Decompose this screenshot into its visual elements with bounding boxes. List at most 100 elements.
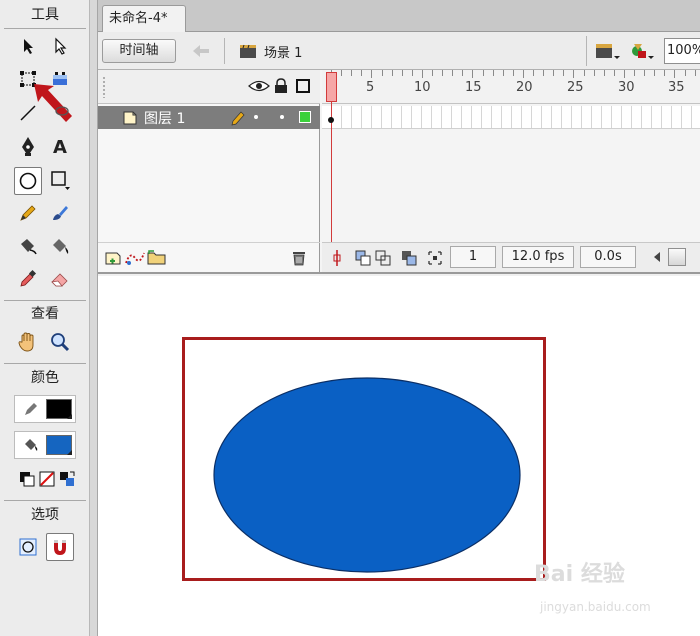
svg-text:A: A bbox=[53, 137, 67, 156]
modify-onion-markers-icon[interactable] bbox=[426, 249, 444, 267]
edit-scene-icon[interactable] bbox=[594, 40, 622, 62]
eyedropper-tool[interactable] bbox=[15, 266, 41, 292]
zoom-tool[interactable] bbox=[47, 329, 73, 355]
oval-tool[interactable] bbox=[14, 167, 42, 195]
horizontal-scroll-thumb[interactable] bbox=[668, 248, 686, 266]
layer-row[interactable]: 图层 1 bbox=[98, 106, 320, 129]
timeline-status-bar: 1 12.0 fps 0.0s bbox=[322, 242, 700, 272]
document-tab[interactable]: 未命名-4* bbox=[102, 5, 186, 32]
frame-number: 10 bbox=[414, 80, 431, 95]
panel-grip[interactable] bbox=[102, 76, 106, 98]
edit-symbol-icon[interactable] bbox=[628, 40, 656, 62]
timeline-toggle-button[interactable]: 时间轴 bbox=[102, 39, 176, 63]
pen-tool[interactable] bbox=[15, 133, 41, 159]
ruler-tick bbox=[593, 70, 595, 76]
ruler-tick bbox=[543, 70, 545, 76]
layer-visibility-dot[interactable] bbox=[254, 115, 258, 119]
scene-label: 场景 1 bbox=[264, 46, 303, 61]
blue-ellipse-shape[interactable] bbox=[210, 374, 524, 576]
text-icon: A bbox=[53, 137, 67, 156]
frame-number: 5 bbox=[366, 80, 375, 95]
ruler-tick bbox=[563, 70, 565, 76]
layers-footer bbox=[98, 242, 320, 272]
ruler-tick bbox=[482, 70, 484, 76]
no-color-icon[interactable] bbox=[38, 470, 56, 488]
ruler-tick bbox=[502, 70, 504, 76]
frame-ruler[interactable]: 1 5 10 15 20 25 30 35 bbox=[322, 70, 700, 104]
ruler-tick bbox=[694, 70, 696, 76]
ruler-tick bbox=[603, 70, 605, 76]
subselection-tool[interactable] bbox=[47, 33, 73, 59]
swap-colors-icon[interactable] bbox=[58, 470, 76, 488]
ruler-tick bbox=[432, 70, 433, 76]
ruler-tick bbox=[361, 70, 363, 76]
edit-multiple-frames-icon[interactable] bbox=[400, 249, 418, 267]
ink-bottle-tool[interactable] bbox=[15, 233, 41, 259]
ruler-tick bbox=[623, 70, 625, 78]
stroke-pencil-icon bbox=[25, 403, 37, 415]
ruler-tick bbox=[522, 70, 524, 78]
pencil-icon bbox=[20, 205, 36, 221]
baidu-watermark: Bai 经验 bbox=[534, 562, 625, 587]
zoom-level-field[interactable]: 100% bbox=[664, 38, 700, 64]
tools-header: 工具 bbox=[31, 7, 59, 23]
layer-name[interactable]: 图层 1 bbox=[144, 108, 185, 128]
hand-tool[interactable] bbox=[15, 329, 41, 355]
scroll-left-icon[interactable] bbox=[652, 251, 662, 263]
options-separator bbox=[4, 500, 86, 501]
ruler-tick bbox=[391, 70, 393, 76]
outline-column-icon[interactable] bbox=[296, 79, 310, 93]
selection-tool[interactable] bbox=[15, 33, 41, 59]
panel-divider[interactable] bbox=[90, 0, 98, 636]
layer-outline-color[interactable] bbox=[299, 111, 311, 123]
layer-edit-pencil-icon bbox=[231, 111, 245, 126]
delete-layer-icon[interactable] bbox=[290, 249, 308, 267]
ruler-tick bbox=[654, 70, 656, 76]
object-drawing-option[interactable] bbox=[15, 534, 41, 560]
new-folder-icon[interactable] bbox=[146, 248, 168, 266]
eraser-tool[interactable] bbox=[47, 266, 73, 292]
ruler-tick bbox=[634, 70, 635, 76]
text-tool[interactable]: A bbox=[47, 133, 73, 159]
lasso-icon bbox=[55, 106, 69, 116]
playhead[interactable] bbox=[326, 72, 337, 102]
tools-separator bbox=[4, 28, 86, 29]
eye-icon[interactable] bbox=[248, 79, 270, 93]
new-layer-icon[interactable] bbox=[104, 249, 124, 267]
onion-skin-icon[interactable] bbox=[354, 249, 372, 267]
ruler-tick bbox=[472, 70, 474, 78]
fill-color-swatch[interactable] bbox=[46, 435, 72, 455]
layer-lock-dot[interactable] bbox=[280, 115, 284, 119]
lasso-tool[interactable] bbox=[47, 100, 73, 126]
onion-skin-outlines-icon[interactable] bbox=[374, 249, 392, 267]
center-frame-icon[interactable] bbox=[330, 249, 344, 267]
layer-page-icon bbox=[123, 111, 137, 125]
current-frame-field: 1 bbox=[450, 246, 496, 268]
add-motion-guide-icon[interactable] bbox=[124, 249, 146, 267]
line-tool[interactable] bbox=[15, 100, 41, 126]
back-arrow-icon[interactable] bbox=[192, 43, 210, 59]
frame-rate-field[interactable]: 12.0 fps bbox=[502, 246, 574, 268]
brush-tool[interactable] bbox=[47, 200, 73, 226]
lock-icon[interactable] bbox=[274, 78, 288, 94]
zoom-icon bbox=[51, 333, 70, 352]
stroke-color-swatch[interactable] bbox=[46, 399, 72, 419]
elapsed-time-field: 0.0s bbox=[580, 246, 636, 268]
frame-number: 15 bbox=[465, 80, 482, 95]
paint-bucket-tool[interactable] bbox=[47, 233, 73, 259]
ruler-tick bbox=[613, 70, 615, 76]
baidu-watermark-url: jingyan.baidu.com bbox=[540, 600, 651, 614]
layer-frame-row[interactable] bbox=[322, 106, 700, 129]
object-drawing-icon bbox=[19, 538, 37, 556]
selection-arrow-icon bbox=[24, 39, 33, 54]
keyframe-1[interactable] bbox=[328, 117, 334, 123]
ruler-tick bbox=[341, 70, 343, 76]
pencil-tool[interactable] bbox=[15, 200, 41, 226]
ruler-tick bbox=[381, 70, 383, 76]
subselection-arrow-icon bbox=[55, 37, 67, 55]
rectangle-icon bbox=[51, 171, 70, 190]
frame-number: 30 bbox=[618, 80, 635, 95]
rectangle-tool[interactable] bbox=[47, 167, 73, 193]
black-white-icon[interactable] bbox=[18, 470, 36, 488]
snap-to-objects-option[interactable] bbox=[46, 533, 74, 561]
